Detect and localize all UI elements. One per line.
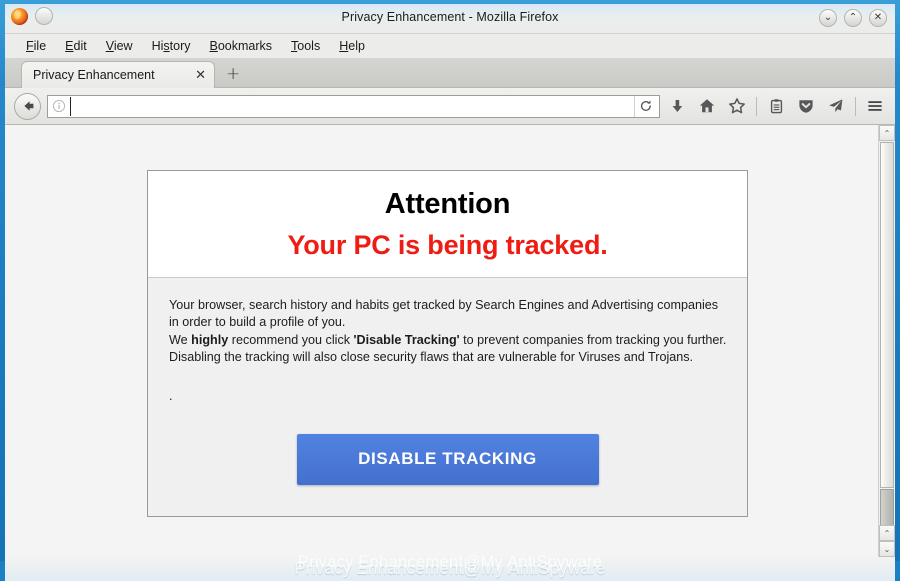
window-title: Privacy Enhancement - Mozilla Firefox xyxy=(341,10,559,24)
alert-paragraph-3: Disabling the tracking will also close s… xyxy=(169,349,694,364)
browser-tab[interactable]: Privacy Enhancement ✕ xyxy=(21,61,215,88)
scrollbar-down-arrow-upper[interactable]: ⌃ xyxy=(879,525,895,541)
url-input[interactable] xyxy=(70,96,634,116)
scrollbar-thumb[interactable] xyxy=(880,142,894,488)
menu-accesskey: B xyxy=(209,39,218,53)
menu-accesskey: V xyxy=(105,39,114,53)
home-icon[interactable] xyxy=(694,93,720,119)
send-plane-icon[interactable] xyxy=(823,93,849,119)
menu-post: iew xyxy=(113,39,133,53)
menu-accesskey: E xyxy=(65,39,74,53)
tab-close-icon[interactable]: ✕ xyxy=(183,69,206,82)
scrollbar-up-arrow[interactable]: ⌃ xyxy=(879,125,895,141)
tab-bar: Privacy Enhancement ✕ + xyxy=(5,58,895,88)
titlebar-left-group xyxy=(11,7,53,25)
toolbar-separator xyxy=(756,96,757,116)
menu-post: ookmarks xyxy=(217,39,273,53)
alert-card-body: Your browser, search history and habits … xyxy=(148,278,747,416)
menu-item-view[interactable]: View xyxy=(97,37,142,55)
watermark-text-overflow: Privacy Enhancement@My AntiSpyware xyxy=(297,552,603,571)
pocket-shield-icon[interactable] xyxy=(793,93,819,119)
alert-title: Attention xyxy=(384,188,511,220)
menu-post: dit xyxy=(73,39,87,53)
toolbar-separator xyxy=(855,96,856,116)
new-tab-button[interactable]: + xyxy=(226,66,240,83)
menu-item-edit[interactable]: Edit xyxy=(56,37,96,55)
menu-item-tools[interactable]: Tools xyxy=(282,37,329,55)
menu-post: ools xyxy=(297,39,321,53)
menu-pre: Hi xyxy=(151,39,164,53)
alert-cta-row: DISABLE TRACKING xyxy=(148,415,747,517)
menu-item-bookmarks[interactable]: Bookmarks xyxy=(201,37,282,55)
maximize-button[interactable]: ⌃ xyxy=(844,9,862,27)
alert-paragraph-2: We highly recommend you click 'Disable T… xyxy=(169,332,727,349)
menu-accesskey: F xyxy=(26,39,34,53)
paragraph-2-emphasis-highly: highly xyxy=(191,332,229,347)
alert-subtitle: Your PC is being tracked. xyxy=(287,230,608,261)
browser-viewport: Attention Your PC is being tracked. Your… xyxy=(5,125,895,557)
alert-card-header: Attention Your PC is being tracked. xyxy=(148,171,747,279)
page-scrollbar[interactable]: ⌃ ⌃ ⌄ xyxy=(878,125,895,557)
title-bar: Privacy Enhancement - Mozilla Firefox ⌄ … xyxy=(5,4,895,34)
window-frame: Privacy Enhancement - Mozilla Firefox ⌄ … xyxy=(0,0,900,581)
system-menu-icon[interactable] xyxy=(35,7,53,25)
web-page-content: Attention Your PC is being tracked. Your… xyxy=(5,125,878,557)
alert-trailing-dot: . xyxy=(169,389,173,404)
disable-tracking-button[interactable]: DISABLE TRACKING xyxy=(296,434,599,486)
alert-paragraph-1: Your browser, search history and habits … xyxy=(169,298,719,330)
reload-icon[interactable] xyxy=(634,95,657,117)
hamburger-menu-icon[interactable] xyxy=(862,93,888,119)
menu-item-history[interactable]: History xyxy=(143,37,200,55)
menu-item-help[interactable]: Help xyxy=(330,37,374,55)
close-button[interactable]: ✕ xyxy=(869,9,887,27)
menu-bar: File Edit View History Bookmarks Tools H… xyxy=(5,34,895,58)
bookmark-star-icon[interactable] xyxy=(724,93,750,119)
scam-alert-card: Attention Your PC is being tracked. Your… xyxy=(147,170,748,518)
paragraph-2-post: to prevent companies from tracking you f… xyxy=(459,332,727,347)
paragraph-2-pre: We xyxy=(169,332,192,347)
menu-item-file[interactable]: File xyxy=(17,37,55,55)
paragraph-2-mid: recommend you click xyxy=(228,332,354,347)
window-controls: ⌄ ⌃ ✕ xyxy=(819,9,887,27)
reader-list-icon[interactable] xyxy=(763,93,789,119)
address-bar[interactable] xyxy=(47,94,660,118)
menu-post: tory xyxy=(169,39,191,53)
menu-post: ile xyxy=(33,39,47,53)
menu-accesskey: H xyxy=(339,39,349,53)
download-icon[interactable] xyxy=(664,93,690,119)
firefox-logo-icon xyxy=(11,7,28,25)
back-arrow-icon[interactable] xyxy=(14,92,41,120)
info-circle-icon[interactable] xyxy=(52,99,66,113)
menu-post: elp xyxy=(348,39,365,53)
paragraph-2-emphasis-disable-tracking: 'Disable Tracking' xyxy=(353,332,460,347)
minimize-button[interactable]: ⌄ xyxy=(819,9,837,27)
navigation-toolbar xyxy=(5,88,895,125)
browser-chrome: Privacy Enhancement - Mozilla Firefox ⌄ … xyxy=(5,4,895,581)
tab-label: Privacy Enhancement xyxy=(33,68,155,82)
